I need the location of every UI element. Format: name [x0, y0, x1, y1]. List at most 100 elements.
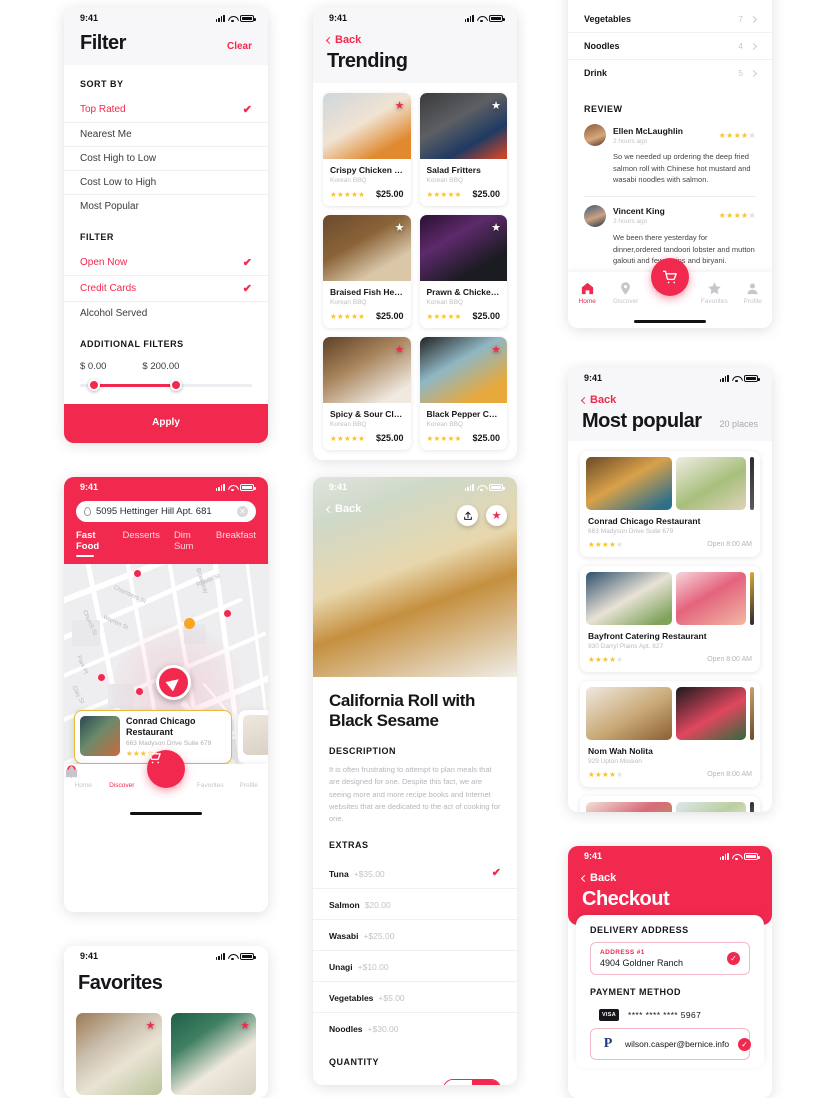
star-icon[interactable]: ★: [395, 343, 405, 356]
extra-option-tuna[interactable]: Tuna +$35.00 ✔: [313, 858, 517, 889]
check-icon: ✔: [242, 257, 252, 269]
payment-option-paypal[interactable]: P wilson.casper@bernice.info ✓: [590, 1028, 752, 1060]
tab-favorites[interactable]: Favorites: [695, 281, 733, 305]
favorite-button[interactable]: ★: [486, 505, 507, 526]
star-icon[interactable]: ★: [146, 1019, 156, 1032]
extra-name: Unagi: [329, 961, 353, 972]
cart-fab-button[interactable]: [147, 750, 185, 788]
food-card[interactable]: ★ Prawn & Chicken Roll Korean BBQ ★★★★★ …: [419, 215, 507, 328]
share-button[interactable]: [457, 505, 478, 526]
menu-count: 5: [738, 68, 743, 78]
map-marker[interactable]: [224, 610, 231, 617]
sort-option-top-rated[interactable]: Top Rated ✔: [64, 97, 268, 123]
food-card[interactable]: ★ Salad Fritters Korean BBQ ★★★★★ $25.00: [419, 93, 507, 206]
back-button[interactable]: Back: [313, 28, 517, 48]
food-category: Korean BBQ: [330, 421, 367, 428]
tab-home[interactable]: Home: [568, 281, 606, 305]
extra-option-unagi[interactable]: Unagi +$10.00: [313, 951, 517, 982]
tab-favorites[interactable]: Favorites: [65, 765, 229, 789]
address-card[interactable]: ADDRESS #1 4904 Goldner Ranch ✓: [590, 942, 750, 975]
menu-row-vegetables[interactable]: Vegetables 7: [568, 6, 772, 33]
bottom-tab-bar: Home Discover Favorites Profile: [64, 750, 268, 820]
star-icon[interactable]: ★: [240, 1019, 250, 1032]
decrement-button[interactable]: –: [444, 1079, 472, 1085]
apply-button[interactable]: Apply: [64, 404, 268, 443]
tab-profile[interactable]: Profile: [66, 766, 267, 789]
map-place-card-next[interactable]: [238, 709, 268, 764]
open-time: Open 8:00 AM: [707, 541, 752, 548]
photo: [676, 802, 746, 812]
sort-option-cost-high-low[interactable]: Cost High to Low: [64, 147, 268, 171]
restaurant-card[interactable]: Conrad Chicago Restaurant 663 Madyson Dr…: [580, 451, 760, 557]
restaurant-card[interactable]: Nom Wah Nolita 929 Upton Mission ★★★★★ O…: [580, 681, 760, 787]
filter-option-credit-cards[interactable]: Credit Cards ✔: [64, 276, 268, 302]
status-indicators: [719, 374, 760, 382]
slider-knob-max[interactable]: [170, 379, 182, 391]
extra-option-wasabi[interactable]: Wasabi +$25.00: [313, 920, 517, 951]
screen-favorites: 9:41 Favorites ★ ★: [64, 946, 268, 1098]
food-card[interactable]: ★ Black Pepper Chicken Korean BBQ ★★★★★ …: [419, 337, 507, 450]
filter-option-alcohol-served[interactable]: Alcohol Served: [64, 302, 268, 325]
payment-option-visa[interactable]: VISA **** **** **** 5967: [590, 1002, 750, 1028]
food-card[interactable]: ★ Braised Fish Head Korean BBQ ★★★★★ $25…: [323, 215, 411, 328]
food-name: Crispy Chicken San...: [330, 165, 404, 175]
increment-button[interactable]: +: [472, 1079, 500, 1085]
star-icon[interactable]: ★: [491, 221, 501, 234]
food-image: ★: [323, 215, 411, 281]
food-price: $25.00: [375, 433, 404, 443]
current-location-marker[interactable]: [156, 665, 191, 700]
restaurant-card-partial[interactable]: [580, 796, 760, 812]
star-icon[interactable]: ★: [491, 343, 501, 356]
category-tab-desserts[interactable]: Desserts: [122, 530, 159, 552]
extra-option-salmon[interactable]: Salmon $20.00: [313, 889, 517, 920]
map-marker[interactable]: [134, 570, 141, 577]
category-tab-fast-food[interactable]: Fast Food: [76, 530, 108, 557]
rating-stars: ★★★★★: [588, 770, 624, 779]
cart-fab-button[interactable]: [651, 258, 689, 296]
additional-filters-label: ADDITIONAL FILTERS: [80, 339, 184, 349]
price-range-slider[interactable]: [80, 379, 252, 391]
star-icon[interactable]: ★: [395, 99, 405, 112]
slider-knob-min[interactable]: [88, 379, 100, 391]
clear-search-icon[interactable]: ✕: [237, 506, 248, 517]
rating-stars: ★★★★★: [330, 189, 366, 199]
tab-discover[interactable]: Discover: [67, 765, 140, 789]
food-card[interactable]: ★ Spicy & Sour Clams Korean BBQ ★★★★★ $2…: [323, 337, 411, 450]
favorite-item[interactable]: ★: [170, 1013, 256, 1095]
menu-row-drink[interactable]: Drink 5: [568, 60, 772, 86]
tab-discover[interactable]: Discover: [606, 281, 644, 305]
photo: [586, 802, 672, 812]
sort-option-cost-low-high[interactable]: Cost Low to High: [64, 171, 268, 195]
sort-option-most-popular[interactable]: Most Popular: [64, 195, 268, 218]
restaurant-card[interactable]: Bayfront Catering Restaurant 930 Darryl …: [580, 566, 760, 672]
extra-option-noodles[interactable]: Noodles +$30.00: [313, 1013, 517, 1043]
apply-label: Apply: [152, 417, 180, 428]
sort-option-nearest-me[interactable]: Nearest Me: [64, 123, 268, 147]
food-card[interactable]: ★ Crispy Chicken San... Korean BBQ ★★★★★…: [323, 93, 411, 206]
status-bar: 9:41: [313, 477, 517, 497]
filter-option-open-now[interactable]: Open Now ✔: [64, 250, 268, 276]
map-marker[interactable]: [136, 688, 143, 695]
photo: [676, 572, 746, 625]
food-image: ★: [419, 93, 507, 159]
checkout-sheet: DELIVERY ADDRESS ADDRESS #1 4904 Goldner…: [576, 915, 764, 1068]
star-icon[interactable]: ★: [491, 99, 501, 112]
map-marker-highlight[interactable]: [184, 618, 195, 629]
map-canvas[interactable]: Reade St Chambers St Warren St Church St…: [64, 564, 268, 820]
tab-profile[interactable]: Profile: [733, 281, 771, 305]
tab-home[interactable]: Home: [64, 765, 102, 789]
quantity-stepper[interactable]: – +: [443, 1078, 501, 1085]
back-button[interactable]: Back: [568, 866, 772, 886]
category-tab-dim-sum[interactable]: Dim Sum: [174, 530, 202, 552]
extra-option-vegetables[interactable]: Vegetables +$5.00: [313, 982, 517, 1013]
search-input[interactable]: 5095 Hettinger Hill Apt. 681 ✕: [76, 501, 256, 522]
option-label: Most Popular: [80, 201, 139, 212]
favorite-item[interactable]: ★: [76, 1013, 162, 1095]
star-icon[interactable]: ★: [395, 221, 405, 234]
category-tab-breakfast[interactable]: Breakfast: [216, 530, 256, 552]
back-button[interactable]: Back: [568, 388, 772, 408]
menu-row-noodles[interactable]: Noodles 4: [568, 33, 772, 60]
map-marker[interactable]: [98, 674, 105, 681]
clear-button[interactable]: Clear: [227, 41, 252, 52]
page-title: California Roll with Black Sesame: [329, 691, 475, 731]
